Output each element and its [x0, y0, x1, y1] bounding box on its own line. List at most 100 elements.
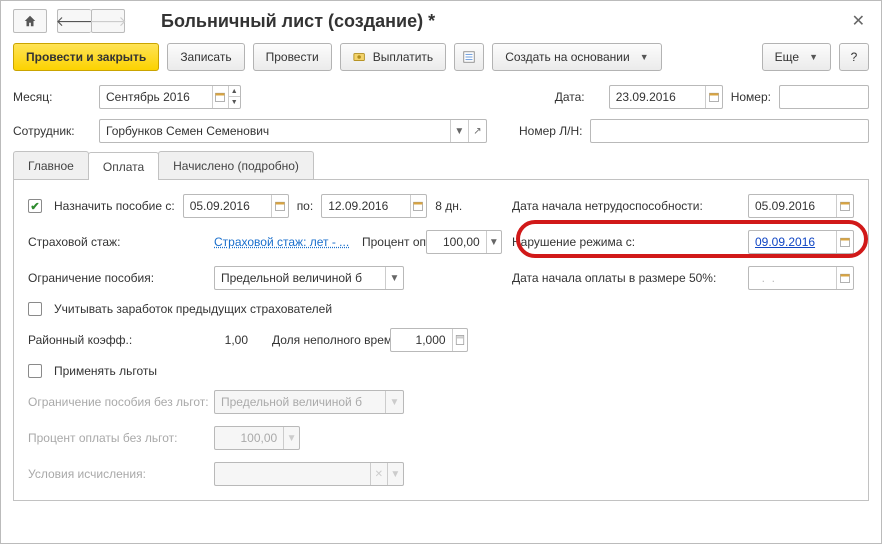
assign-checkbox[interactable]: ✔: [28, 199, 42, 213]
prev-ins-checkbox[interactable]: ✔: [28, 302, 42, 316]
month-label: Месяц:: [13, 90, 91, 104]
employee-input[interactable]: [100, 120, 450, 142]
date-input[interactable]: [610, 86, 705, 108]
chevron-down-icon: ▼: [640, 52, 649, 62]
home-icon: [23, 14, 37, 28]
limit-field[interactable]: ▼: [214, 266, 404, 290]
apply-disc-label: Применять льготы: [54, 364, 157, 378]
half-pay-field[interactable]: [748, 266, 854, 290]
ln-label: Номер Л/Н:: [519, 124, 582, 138]
half-pay-label: Дата начала оплаты в размере 50%:: [512, 271, 740, 285]
submit-button[interactable]: Провести: [253, 43, 332, 71]
calendar-icon[interactable]: [836, 231, 853, 253]
pay-button[interactable]: Выплатить: [340, 43, 447, 71]
ins-record-label: Страховой стаж:: [28, 235, 206, 249]
month-input[interactable]: [100, 86, 212, 108]
percent-input[interactable]: [427, 231, 486, 253]
date-field[interactable]: [609, 85, 723, 109]
prev-ins-label: Учитывать заработок предыдущих страховат…: [54, 302, 332, 316]
employee-field[interactable]: ▼ ↗: [99, 119, 487, 143]
clear-icon: ✕: [370, 463, 386, 485]
close-icon: ✕: [852, 13, 865, 30]
percent-field[interactable]: ▼: [426, 230, 502, 254]
incap-start-input[interactable]: [749, 195, 836, 217]
back-button[interactable]: 🡐: [57, 9, 91, 33]
submit-close-button[interactable]: Провести и закрыть: [13, 43, 159, 71]
calc-cond-input: [215, 463, 370, 485]
arrow-right-icon: 🡒: [89, 13, 127, 30]
month-stepper[interactable]: ▲▼: [228, 86, 240, 108]
chevron-down-icon: ▼: [809, 52, 818, 62]
calc-cond-label: Условия исчисления:: [28, 467, 206, 481]
number-field[interactable]: [779, 85, 869, 109]
assign-to-field[interactable]: [321, 194, 427, 218]
percent-nl-input: [215, 427, 283, 449]
percent-label: Процент оплаты:: [362, 236, 418, 248]
chevron-down-icon: ▼: [385, 391, 403, 413]
create-based-button[interactable]: Создать на основании ▼: [492, 43, 661, 71]
incap-start-label: Дата начала нетрудоспособности:: [512, 199, 740, 213]
more-label: Еще: [775, 50, 799, 64]
assign-to-input[interactable]: [322, 195, 409, 217]
calculator-icon[interactable]: [452, 329, 467, 351]
more-button[interactable]: Еще ▼: [762, 43, 831, 71]
violation-input[interactable]: [749, 231, 836, 253]
chevron-down-icon: ▼: [228, 97, 240, 108]
assign-from-field[interactable]: [183, 194, 289, 218]
tab-accrued[interactable]: Начислено (подробно): [158, 151, 314, 179]
part-time-field[interactable]: [390, 328, 468, 352]
ln-input[interactable]: [591, 120, 868, 142]
list-button[interactable]: [454, 43, 484, 71]
help-button[interactable]: ?: [839, 43, 869, 71]
calendar-icon[interactable]: [836, 267, 853, 289]
calendar-icon[interactable]: [212, 86, 228, 108]
page-title: Больничный лист (создание) *: [161, 11, 435, 32]
forward-button[interactable]: 🡒: [91, 9, 125, 33]
part-time-label: Доля неполного времени:: [272, 334, 382, 346]
date-label: Дата:: [555, 90, 601, 104]
limit-nl-field: ▼: [214, 390, 404, 414]
save-button[interactable]: Записать: [167, 43, 244, 71]
money-icon: [353, 50, 367, 64]
chevron-down-icon[interactable]: ▼: [385, 267, 403, 289]
to-label: по:: [297, 199, 314, 213]
close-button[interactable]: ✕: [848, 9, 869, 33]
assign-from-input[interactable]: [184, 195, 271, 217]
chevron-down-icon: ▼: [387, 463, 403, 485]
chevron-down-icon[interactable]: ▼: [486, 231, 501, 253]
half-pay-input[interactable]: [749, 267, 836, 289]
assign-from-label: Назначить пособие с:: [54, 199, 175, 213]
ln-field[interactable]: [590, 119, 869, 143]
dist-coef-value: 1,00: [214, 333, 264, 347]
pay-label: Выплатить: [373, 50, 434, 64]
calc-cond-field: ✕ ▼: [214, 462, 404, 486]
employee-label: Сотрудник:: [13, 124, 91, 138]
apply-disc-checkbox[interactable]: ✔: [28, 364, 42, 378]
calendar-icon[interactable]: [271, 195, 288, 217]
percent-nl-field: ▼: [214, 426, 300, 450]
number-label: Номер:: [731, 90, 771, 104]
dist-coef-label: Районный коэфф.:: [28, 333, 206, 347]
number-input[interactable]: [780, 86, 868, 108]
ins-record-link[interactable]: Страховой стаж: лет - ...: [214, 235, 354, 249]
limit-input[interactable]: [215, 267, 385, 289]
list-icon: [462, 50, 476, 64]
incap-start-field[interactable]: [748, 194, 854, 218]
calendar-icon[interactable]: [410, 195, 427, 217]
home-button[interactable]: [13, 9, 47, 33]
month-field[interactable]: ▲▼: [99, 85, 241, 109]
chevron-up-icon: ▲: [228, 86, 240, 97]
create-based-label: Создать на основании: [505, 50, 630, 64]
calendar-icon[interactable]: [836, 195, 853, 217]
tab-pay[interactable]: Оплата: [88, 152, 159, 180]
part-time-input[interactable]: [391, 329, 452, 351]
percent-nl-label: Процент оплаты без льгот:: [28, 431, 206, 445]
chevron-down-icon[interactable]: ▼: [450, 120, 468, 142]
chevron-down-icon: ▼: [283, 427, 299, 449]
arrow-left-icon: 🡐: [56, 13, 94, 30]
open-icon[interactable]: ↗: [468, 120, 486, 142]
limit-nl-label: Ограничение пособия без льгот:: [28, 396, 206, 409]
calendar-icon[interactable]: [705, 86, 722, 108]
violation-field[interactable]: [748, 230, 854, 254]
tab-main[interactable]: Главное: [13, 151, 89, 179]
